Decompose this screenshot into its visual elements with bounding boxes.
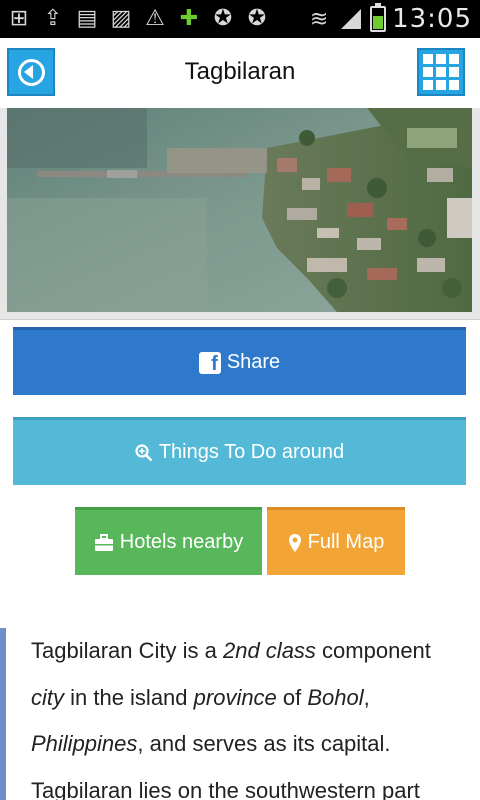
search-icon	[135, 443, 153, 462]
hotels-nearby-label: Hotels nearby	[119, 531, 244, 553]
image-icon: ▨	[110, 5, 132, 30]
star-icon: ✪	[213, 5, 233, 30]
link-2nd-class[interactable]: 2nd class	[223, 638, 316, 663]
add-box-icon: ⊞	[9, 5, 29, 30]
map-marker-icon	[288, 533, 302, 553]
facebook-icon: f	[198, 351, 221, 374]
link-philippines[interactable]: Philippines	[31, 731, 137, 756]
link-city[interactable]: city	[31, 685, 64, 710]
warning-icon: ⚠	[145, 5, 165, 30]
link-bohol[interactable]: Bohol	[307, 685, 363, 710]
page-title: Tagbilaran	[184, 58, 296, 85]
article-paragraph: Tagbilaran City is a 2nd class component	[31, 638, 431, 663]
upload-icon: ⇪	[43, 5, 63, 30]
share-button[interactable]: f Share	[13, 327, 466, 395]
share-label: Share	[226, 351, 281, 373]
article-paragraph: Tagbilaran lies on the southwestern part	[31, 777, 420, 800]
app-header: Tagbilaran	[0, 38, 480, 108]
plus-icon: ✚	[179, 5, 199, 30]
things-to-do-button[interactable]: Things To Do around	[13, 417, 466, 485]
photo-frame	[0, 108, 480, 320]
hotels-nearby-button[interactable]: Hotels nearby	[75, 507, 262, 575]
briefcase-icon	[94, 533, 114, 552]
vibrate-icon: ≋	[309, 6, 329, 31]
article-paragraph: city in the island province of Bohol,	[31, 684, 370, 710]
quote-bar	[0, 628, 6, 800]
signal-icon	[338, 6, 364, 32]
notification-icons: ⊞ ⇪ ▤ ▨ ⚠ ✚ ✪ ✪	[6, 5, 270, 31]
star-icon: ✪	[247, 5, 267, 30]
clock: 13:05	[392, 4, 472, 34]
things-to-do-label: Things To Do around	[158, 441, 345, 463]
full-map-label: Full Map	[307, 531, 385, 553]
full-map-button[interactable]: Full Map	[267, 507, 405, 575]
article-paragraph: Philippines, and serves as its capital.	[31, 731, 391, 756]
city-aerial-photo[interactable]	[7, 108, 472, 312]
grid-menu-button[interactable]	[417, 48, 465, 96]
article-text: Tagbilaran City is a 2nd class component…	[0, 628, 480, 800]
link-province[interactable]: province	[194, 685, 277, 710]
sd-card-icon: ▤	[76, 5, 98, 30]
status-bar: ⊞ ⇪ ▤ ▨ ⚠ ✚ ✪ ✪ ≋ 13:05	[0, 0, 480, 38]
battery-icon	[370, 3, 387, 32]
